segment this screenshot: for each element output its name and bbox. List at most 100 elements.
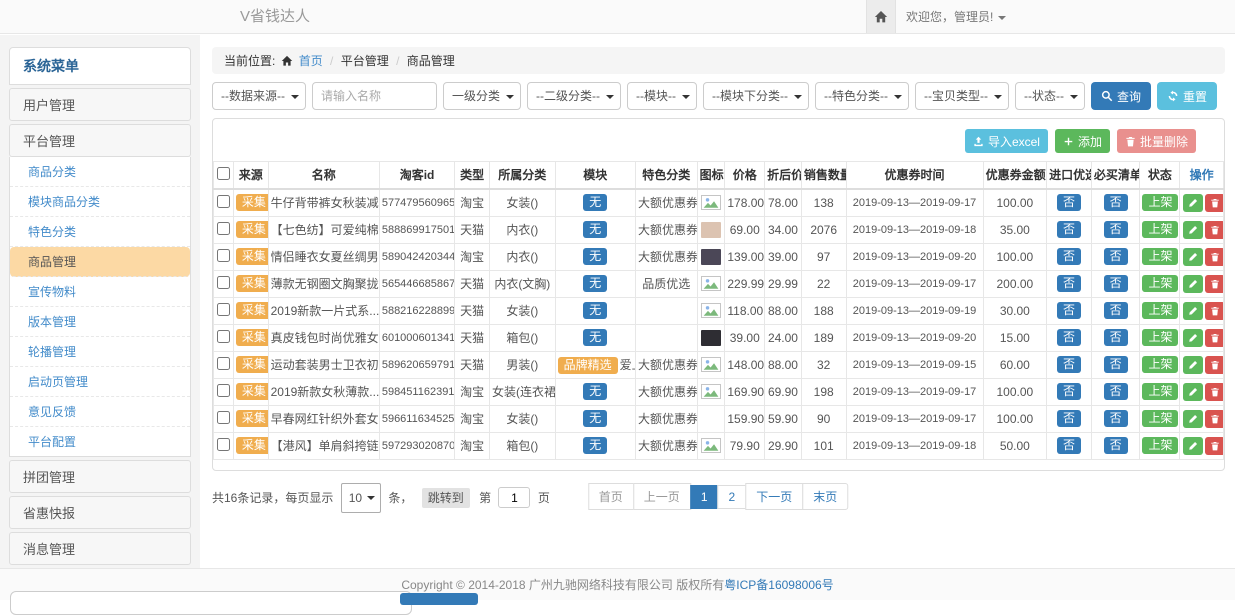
add-button[interactable]: 添加 [1055, 129, 1110, 153]
status-badge[interactable]: 上架 [1142, 329, 1178, 346]
must-buy-badge[interactable]: 否 [1104, 194, 1128, 211]
import-select-badge[interactable]: 否 [1057, 221, 1081, 238]
filter-select[interactable]: --数据来源-- [212, 82, 306, 110]
breadcrumb-home-link[interactable]: 首页 [299, 54, 323, 68]
sidebar-subitem[interactable]: 版本管理 [10, 307, 190, 337]
delete-button[interactable] [1205, 221, 1223, 239]
sidebar-subitem[interactable]: 轮播管理 [10, 337, 190, 367]
must-buy-badge[interactable]: 否 [1104, 383, 1128, 400]
sidebar-group[interactable]: 省惠快报 [9, 496, 191, 529]
row-checkbox[interactable] [217, 222, 230, 235]
batch-delete-button[interactable]: 批量删除 [1117, 129, 1196, 153]
status-badge[interactable]: 上架 [1142, 194, 1178, 211]
name-search-input[interactable] [312, 82, 437, 110]
sidebar-group[interactable]: 平台管理 [9, 124, 191, 157]
must-buy-badge[interactable]: 否 [1104, 329, 1128, 346]
status-badge[interactable]: 上架 [1142, 437, 1178, 454]
pager-button[interactable]: 下一页 [745, 483, 803, 510]
row-checkbox[interactable] [217, 303, 230, 316]
must-buy-badge[interactable]: 否 [1104, 221, 1128, 238]
delete-button[interactable] [1205, 383, 1223, 401]
filter-select[interactable]: --特色分类-- [815, 82, 909, 110]
filter-select[interactable]: --模块-- [627, 82, 697, 110]
query-button[interactable]: 查询 [1091, 82, 1151, 110]
edit-button[interactable] [1183, 437, 1203, 455]
delete-button[interactable] [1205, 410, 1223, 428]
row-checkbox[interactable] [217, 249, 230, 262]
home-button[interactable] [866, 0, 896, 33]
must-buy-badge[interactable]: 否 [1104, 248, 1128, 265]
sidebar-subitem[interactable]: 意见反馈 [10, 397, 190, 427]
row-checkbox[interactable] [217, 384, 230, 397]
user-menu[interactable]: 欢迎您，管理员! [906, 0, 1006, 34]
filter-select[interactable]: 一级分类 [443, 82, 521, 110]
pager-button[interactable]: 首页 [588, 483, 634, 510]
delete-button[interactable] [1205, 248, 1223, 266]
sidebar-subitem[interactable]: 宣传物料 [10, 277, 190, 307]
import-select-badge[interactable]: 否 [1057, 194, 1081, 211]
status-badge[interactable]: 上架 [1142, 383, 1178, 400]
cutoff-button[interactable] [400, 593, 478, 605]
import-select-badge[interactable]: 否 [1057, 410, 1081, 427]
sidebar-subitem[interactable]: 启动页管理 [10, 367, 190, 397]
must-buy-badge[interactable]: 否 [1104, 410, 1128, 427]
edit-button[interactable] [1183, 302, 1203, 320]
edit-button[interactable] [1183, 410, 1203, 428]
import-excel-button[interactable]: 导入excel [965, 129, 1048, 153]
per-page-select[interactable]: 10 [341, 483, 381, 513]
sidebar-group[interactable]: 消息管理 [9, 532, 191, 565]
must-buy-badge[interactable]: 否 [1104, 275, 1128, 292]
status-badge[interactable]: 上架 [1142, 356, 1178, 373]
delete-button[interactable] [1205, 356, 1223, 374]
sidebar-group[interactable]: 用户管理 [9, 88, 191, 121]
import-select-badge[interactable]: 否 [1057, 437, 1081, 454]
edit-button[interactable] [1183, 356, 1203, 374]
pager-button[interactable]: 上一页 [633, 483, 691, 510]
pager-button[interactable]: 2 [718, 485, 747, 509]
pager-button[interactable]: 1 [690, 485, 719, 509]
sidebar-subitem[interactable]: 商品管理 [10, 247, 190, 277]
select-all-checkbox[interactable] [217, 167, 230, 180]
sidebar-subitem[interactable]: 商品分类 [10, 157, 190, 187]
delete-button[interactable] [1205, 194, 1223, 212]
row-checkbox[interactable] [217, 411, 230, 424]
delete-button[interactable] [1205, 275, 1223, 293]
edit-button[interactable] [1183, 275, 1203, 293]
row-checkbox[interactable] [217, 357, 230, 370]
filter-select[interactable]: --宝贝类型-- [915, 82, 1009, 110]
delete-button[interactable] [1205, 437, 1223, 455]
delete-button[interactable] [1205, 329, 1223, 347]
sidebar-subitem[interactable]: 特色分类 [10, 217, 190, 247]
must-buy-badge[interactable]: 否 [1104, 302, 1128, 319]
icp-link[interactable]: 粤ICP备16098006号 [724, 578, 833, 592]
edit-button[interactable] [1183, 329, 1203, 347]
pager-button[interactable]: 末页 [802, 483, 848, 510]
row-checkbox[interactable] [217, 276, 230, 289]
filter-select[interactable]: --状态-- [1015, 82, 1085, 110]
status-badge[interactable]: 上架 [1142, 302, 1178, 319]
sidebar-subitem[interactable]: 模块商品分类 [10, 187, 190, 217]
import-select-badge[interactable]: 否 [1057, 356, 1081, 373]
import-select-badge[interactable]: 否 [1057, 329, 1081, 346]
import-select-badge[interactable]: 否 [1057, 383, 1081, 400]
delete-button[interactable] [1205, 302, 1223, 320]
row-checkbox[interactable] [217, 438, 230, 451]
import-select-badge[interactable]: 否 [1057, 302, 1081, 319]
status-badge[interactable]: 上架 [1142, 248, 1178, 265]
breadcrumb-item[interactable]: 平台管理 [341, 54, 389, 68]
must-buy-badge[interactable]: 否 [1104, 437, 1128, 454]
page-jump-input[interactable] [498, 487, 530, 508]
edit-button[interactable] [1183, 194, 1203, 212]
jump-button[interactable]: 跳转到 [422, 488, 470, 508]
filter-select[interactable]: --二级分类-- [527, 82, 621, 110]
status-badge[interactable]: 上架 [1142, 410, 1178, 427]
status-badge[interactable]: 上架 [1142, 221, 1178, 238]
edit-button[interactable] [1183, 383, 1203, 401]
sidebar-subitem[interactable]: 平台配置 [10, 427, 190, 456]
edit-button[interactable] [1183, 221, 1203, 239]
must-buy-badge[interactable]: 否 [1104, 356, 1128, 373]
row-checkbox[interactable] [217, 330, 230, 343]
import-select-badge[interactable]: 否 [1057, 248, 1081, 265]
row-checkbox[interactable] [217, 195, 230, 208]
reset-button[interactable]: 重置 [1157, 82, 1217, 110]
